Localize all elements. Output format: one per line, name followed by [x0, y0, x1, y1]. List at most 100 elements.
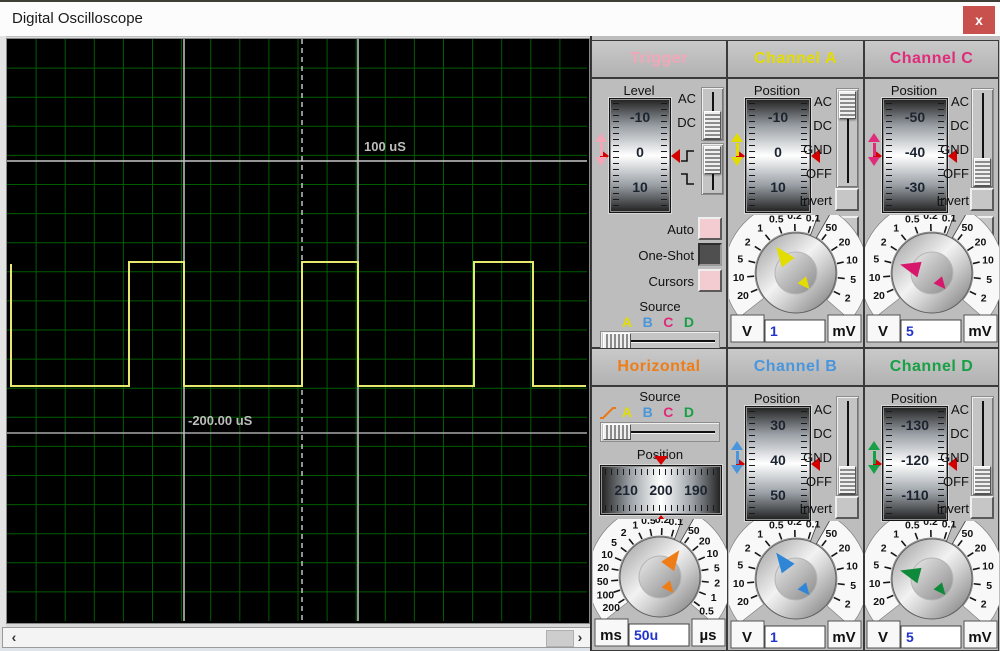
source-channel-letter: D — [683, 404, 694, 420]
scroll-right-arrow-icon[interactable]: › — [571, 628, 589, 647]
switch-thumb[interactable] — [839, 91, 856, 119]
trigger-cursors-label: Cursors — [648, 274, 694, 289]
svg-text:5: 5 — [714, 563, 720, 575]
source-channel-letter: B — [642, 404, 653, 420]
channel-b-invert-label: Invert — [799, 501, 832, 516]
svg-text:2: 2 — [981, 293, 987, 305]
svg-text:5: 5 — [873, 253, 879, 265]
close-button[interactable]: x — [963, 6, 995, 34]
scope-grid — [7, 39, 587, 621]
channel-b-header: Channel B — [728, 349, 863, 387]
ramp-source-icon — [600, 407, 616, 419]
horizontal-panel: Horizontal Source ABCD Position 210 200 19… — [587, 348, 733, 651]
source-channel-letter: A — [622, 314, 633, 330]
channel-d-volts-knob[interactable]: 20 10 5 2 1 0.5 0.2 0.1 50 20 10 5 2 VmV 5 — [859, 506, 1000, 651]
timebase-knob[interactable]: 200 100 50 20 10 5 2 1 0.5 0.2 0.1 50 20 10 5 2 1 0.5 ms µs… — [587, 504, 733, 649]
channel-b-coupling-switch[interactable] — [836, 396, 859, 496]
channel-b-nudge-arrows[interactable] — [731, 441, 743, 474]
channel-b-off-label: OFF — [806, 474, 832, 489]
trigger-oneshot-button[interactable] — [698, 243, 722, 266]
channel-d-off-label: OFF — [943, 474, 969, 489]
svg-text:10: 10 — [846, 561, 858, 573]
svg-text:5: 5 — [850, 274, 856, 286]
svg-text:20: 20 — [873, 290, 885, 302]
slider-thumb[interactable] — [603, 333, 631, 349]
source-channel-letter: A — [622, 404, 633, 420]
channel-b-gnd-label: GND — [803, 450, 832, 465]
svg-text:10: 10 — [733, 272, 745, 284]
channel-d-title: Channel D — [889, 358, 974, 375]
channel-d-coupling-switch[interactable] — [971, 396, 994, 496]
svg-text:0.1: 0.1 — [669, 519, 684, 528]
switch-thumb[interactable] — [839, 466, 856, 494]
channel-c-invert-button[interactable] — [970, 188, 994, 211]
channel-b-volts-knob[interactable]: 20 10 5 2 1 0.5 0.2 0.1 50 20 10 5 2 VmV 1 — [723, 506, 869, 651]
trigger-cursors-button[interactable] — [698, 269, 722, 292]
source-channel-letter: D — [683, 314, 694, 330]
scroll-left-arrow-icon[interactable]: ‹ — [5, 628, 23, 647]
channel-a-nudge-arrows[interactable] — [731, 133, 743, 166]
svg-text:20: 20 — [839, 543, 851, 555]
svg-text:2: 2 — [845, 293, 851, 305]
channel-a-volts-knob[interactable]: 20 10 5 2 1 0.5 0.2 0.1 50 20 10 5 2 VmV 1 — [723, 200, 869, 345]
svg-text:5: 5 — [986, 274, 992, 286]
svg-text:0.2: 0.2 — [655, 519, 670, 526]
window-title: Digital Oscilloscope — [12, 10, 143, 27]
channel-c-gnd-label: GND — [940, 142, 969, 157]
source-channel-letter: C — [663, 404, 674, 420]
channel-a-coupling-switch[interactable] — [836, 88, 859, 188]
channel-a-invert-button[interactable] — [835, 188, 859, 211]
channel-a-off-label: OFF — [806, 166, 832, 181]
channel-b-dc-label: DC — [813, 426, 832, 441]
channel-c-nudge-arrows[interactable] — [868, 133, 880, 166]
svg-text:50u: 50u — [634, 627, 658, 643]
svg-text:2: 2 — [981, 599, 987, 611]
rising-edge-icon — [681, 150, 694, 162]
channel-d-dc-label: DC — [950, 426, 969, 441]
svg-text:mV: mV — [968, 323, 991, 340]
switch-thumb[interactable] — [704, 146, 721, 174]
channel-d-nudge-arrows[interactable] — [868, 441, 880, 474]
channel-b-invert-button[interactable] — [835, 496, 859, 519]
switch-thumb[interactable] — [704, 111, 721, 139]
svg-text:5: 5 — [986, 580, 992, 592]
svg-text:10: 10 — [733, 578, 745, 590]
svg-text:10: 10 — [869, 578, 881, 590]
scrollbar-thumb[interactable] — [546, 630, 574, 647]
horizontal-source-slider[interactable] — [600, 422, 720, 442]
trigger-dc-label: DC — [677, 115, 696, 130]
channel-a-ac-label: AC — [813, 94, 832, 109]
title-bar: Digital Oscilloscope x — [0, 2, 1000, 37]
channel-a-invert-label: Invert — [799, 193, 832, 208]
horizontal-position-dial[interactable]: 210 200 190 — [600, 456, 722, 524]
trigger-coupling-switch[interactable] — [701, 87, 724, 141]
svg-text:5: 5 — [737, 559, 743, 571]
trigger-edge-switch[interactable] — [701, 143, 724, 195]
svg-text:V: V — [742, 323, 752, 340]
svg-text:20: 20 — [975, 543, 987, 555]
svg-text:20: 20 — [699, 535, 711, 547]
svg-text:0.1: 0.1 — [806, 521, 821, 531]
switch-thumb[interactable] — [974, 158, 991, 186]
svg-text:0.5: 0.5 — [641, 519, 656, 527]
channel-d-invert-button[interactable] — [970, 496, 994, 519]
trigger-ac-label: AC — [677, 91, 696, 106]
svg-text:0.1: 0.1 — [806, 215, 821, 225]
switch-thumb[interactable] — [974, 466, 991, 494]
trigger-level-nudge-arrows[interactable] — [595, 133, 607, 166]
horizontal-scrollbar[interactable]: ‹ › — [2, 627, 592, 648]
svg-text:50: 50 — [597, 576, 609, 588]
channel-c-volts-knob[interactable]: 20 10 5 2 1 0.5 0.2 0.1 50 20 10 5 2 VmV 5 — [859, 200, 1000, 345]
slider-thumb[interactable] — [603, 424, 631, 440]
svg-text:10: 10 — [982, 255, 994, 267]
channel-c-coupling-switch[interactable] — [971, 88, 994, 188]
dial-value: 0 — [636, 144, 644, 161]
trigger-title: Trigger — [630, 50, 688, 67]
trigger-source-label: Source — [639, 299, 681, 314]
svg-text:5: 5 — [611, 537, 617, 549]
channel-b-title: Channel B — [753, 358, 838, 375]
channel-c-off-label: OFF — [943, 166, 969, 181]
svg-text:mV: mV — [968, 629, 991, 646]
trigger-auto-button[interactable] — [698, 217, 722, 240]
svg-text:1: 1 — [770, 629, 778, 645]
